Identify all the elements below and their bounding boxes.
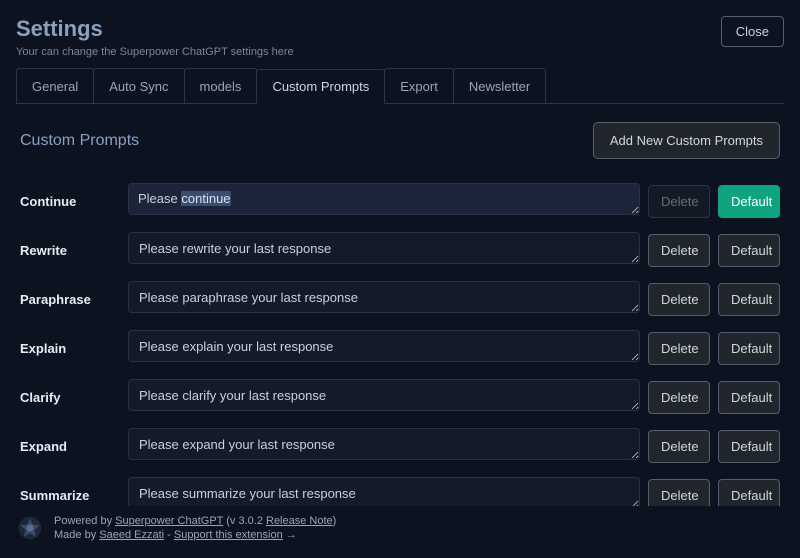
default-button[interactable]: Default — [718, 185, 780, 218]
add-custom-prompt-button[interactable]: Add New Custom Prompts — [593, 122, 780, 159]
prompt-label: Rewrite — [20, 243, 120, 258]
prompt-input[interactable] — [128, 379, 640, 411]
tab-models[interactable]: models — [184, 68, 258, 103]
prompt-row: Explain DeleteDefault — [20, 330, 780, 367]
delete-button: Delete — [648, 185, 710, 218]
footer-line-1: Powered by Superpower ChatGPT (v 3.0.2 R… — [54, 515, 336, 527]
delete-button[interactable]: Delete — [648, 430, 710, 463]
page-subtitle: Your can change the Superpower ChatGPT s… — [16, 46, 294, 58]
delete-button[interactable]: Delete — [648, 479, 710, 506]
support-link[interactable]: Support this extension — [174, 529, 283, 541]
prompt-input[interactable] — [128, 330, 640, 362]
page-title: Settings — [16, 16, 294, 42]
tab-newsletter[interactable]: Newsletter — [453, 68, 546, 103]
default-button[interactable]: Default — [718, 430, 780, 463]
prompt-label: Explain — [20, 341, 120, 356]
tab-custom-prompts[interactable]: Custom Prompts — [256, 69, 385, 104]
prompt-input[interactable] — [128, 183, 640, 215]
content-scroll[interactable]: Custom Prompts Add New Custom Prompts Co… — [16, 104, 784, 506]
tab-auto-sync[interactable]: Auto Sync — [93, 68, 184, 103]
release-note-link[interactable]: Release Note — [266, 515, 333, 527]
default-button[interactable]: Default — [718, 381, 780, 414]
prompt-row: ContinuePlease continueDeleteDefault — [20, 183, 780, 220]
prompt-input[interactable] — [128, 232, 640, 264]
footer-line-2: Made by Saeed Ezzati - Support this exte… — [54, 529, 336, 541]
default-button[interactable]: Default — [718, 234, 780, 267]
powered-by-link[interactable]: Superpower ChatGPT — [115, 515, 223, 527]
prompt-row: Clarify DeleteDefault — [20, 379, 780, 416]
delete-button[interactable]: Delete — [648, 283, 710, 316]
delete-button[interactable]: Delete — [648, 234, 710, 267]
default-button[interactable]: Default — [718, 479, 780, 506]
prompt-input[interactable] — [128, 428, 640, 460]
prompt-label: Paraphrase — [20, 292, 120, 307]
close-button[interactable]: Close — [721, 16, 784, 47]
prompt-input[interactable] — [128, 281, 640, 313]
delete-button[interactable]: Delete — [648, 332, 710, 365]
prompt-row: Summarize Delete Default — [20, 477, 780, 506]
section-title: Custom Prompts — [20, 132, 139, 150]
prompt-label: Clarify — [20, 390, 120, 405]
extension-logo-icon — [16, 514, 44, 542]
default-button[interactable]: Default — [718, 332, 780, 365]
delete-button[interactable]: Delete — [648, 381, 710, 414]
author-link[interactable]: Saeed Ezzati — [99, 529, 164, 541]
default-button[interactable]: Default — [718, 283, 780, 316]
prompt-row: Rewrite DeleteDefault — [20, 232, 780, 269]
prompt-label: Expand — [20, 439, 120, 454]
prompt-row: Expand DeleteDefault — [20, 428, 780, 465]
prompt-label: Continue — [20, 194, 120, 209]
tabs-bar: GeneralAuto SyncmodelsCustom PromptsExpo… — [16, 68, 784, 104]
tab-general[interactable]: General — [16, 68, 94, 103]
footer: Powered by Superpower ChatGPT (v 3.0.2 R… — [16, 506, 784, 542]
tab-export[interactable]: Export — [384, 68, 454, 103]
prompt-label: Summarize — [20, 488, 120, 503]
prompt-row: Paraphrase DeleteDefault — [20, 281, 780, 318]
prompt-input[interactable] — [128, 477, 640, 506]
